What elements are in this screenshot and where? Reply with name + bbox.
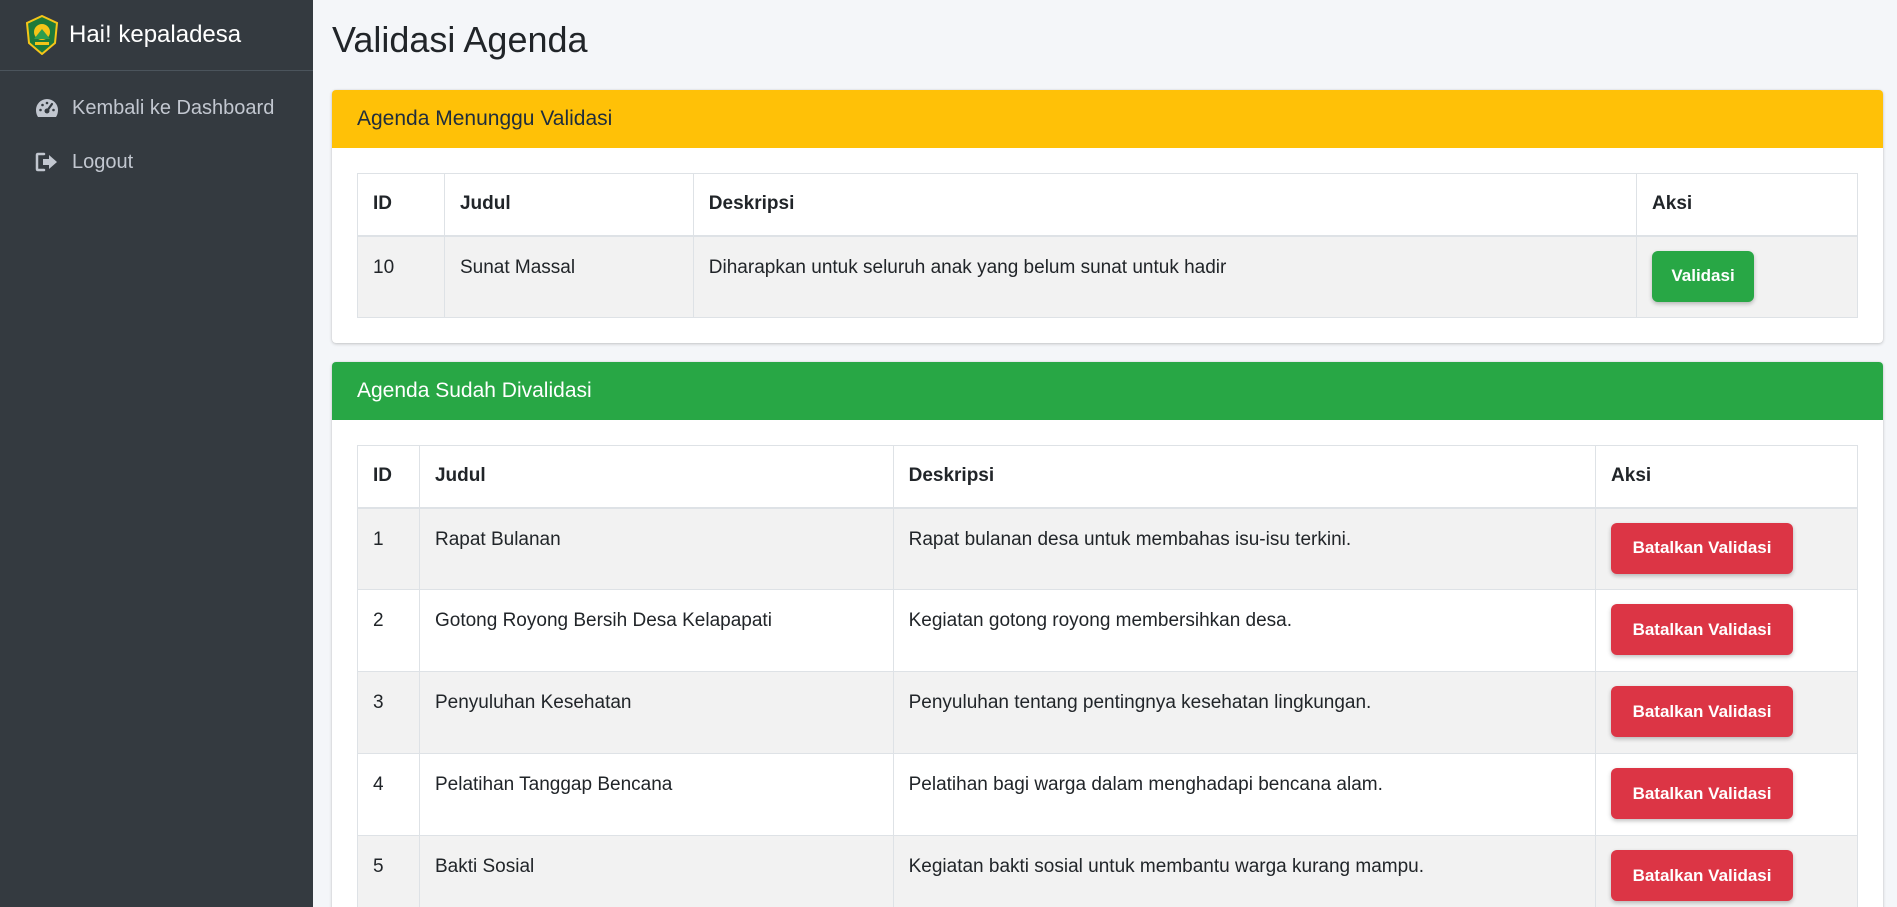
- cell-id: 1: [357, 507, 420, 590]
- batalkan-validasi-button[interactable]: Batalkan Validasi: [1611, 686, 1794, 737]
- cell-deskripsi: Diharapkan untuk seluruh anak yang belum…: [692, 235, 1638, 318]
- table-row: 10 Sunat Massal Diharapkan untuk seluruh…: [357, 235, 1858, 318]
- sidebar-nav: Kembali ke Dashboard Logout: [0, 71, 313, 189]
- batalkan-validasi-button[interactable]: Batalkan Validasi: [1611, 850, 1794, 901]
- column-header-deskripsi: Deskripsi: [692, 173, 1638, 237]
- table-header-row: ID Judul Deskripsi Aksi: [357, 445, 1858, 509]
- sidebar: Hai! kepaladesa Kembali ke Dashboard Log…: [0, 0, 313, 907]
- sidebar-item-label: Logout: [72, 150, 134, 173]
- main-content: Validasi Agenda Agenda Menunggu Validasi…: [313, 0, 1897, 907]
- cell-judul: Sunat Massal: [443, 235, 694, 318]
- cell-aksi: Validasi: [1636, 235, 1858, 318]
- cell-id: 5: [357, 835, 420, 907]
- validated-agenda-card: Agenda Sudah Divalidasi ID Judul Deskrip…: [332, 362, 1883, 907]
- pending-card-header: Agenda Menunggu Validasi: [332, 90, 1883, 148]
- cell-id: 10: [357, 235, 445, 318]
- table-row: 4 Pelatihan Tanggap Bencana Pelatihan ba…: [357, 753, 1858, 836]
- table-row: 3 Penyuluhan Kesehatan Penyuluhan tentan…: [357, 671, 1858, 754]
- column-header-deskripsi: Deskripsi: [892, 445, 1597, 509]
- cell-judul: Bakti Sosial: [418, 835, 894, 907]
- validated-agenda-table: ID Judul Deskripsi Aksi 1 Rapat Bulanan …: [357, 445, 1858, 907]
- cell-aksi: Batalkan Validasi: [1595, 835, 1858, 907]
- cell-aksi: Batalkan Validasi: [1595, 507, 1858, 590]
- sidebar-item-dashboard[interactable]: Kembali ke Dashboard: [0, 81, 313, 135]
- column-header-id: ID: [357, 445, 420, 509]
- cell-aksi: Batalkan Validasi: [1595, 589, 1858, 672]
- cell-deskripsi: Kegiatan gotong royong membersihkan desa…: [892, 589, 1597, 672]
- sidebar-item-logout[interactable]: Logout: [0, 135, 313, 189]
- sign-out-icon: [34, 151, 60, 173]
- cell-deskripsi: Rapat bulanan desa untuk membahas isu-is…: [892, 507, 1597, 590]
- cell-judul: Gotong Royong Bersih Desa Kelapapati: [418, 589, 894, 672]
- brand[interactable]: Hai! kepaladesa: [0, 0, 313, 71]
- pending-card-body: ID Judul Deskripsi Aksi 10 Sunat Massal …: [332, 148, 1883, 343]
- brand-text: Hai! kepaladesa: [69, 21, 242, 48]
- validated-card-body: ID Judul Deskripsi Aksi 1 Rapat Bulanan …: [332, 420, 1883, 907]
- validasi-button[interactable]: Validasi: [1652, 250, 1755, 302]
- column-header-aksi: Aksi: [1595, 445, 1858, 509]
- column-header-judul: Judul: [418, 445, 894, 509]
- table-row: 1 Rapat Bulanan Rapat bulanan desa untuk…: [357, 507, 1858, 590]
- page-title: Validasi Agenda: [332, 19, 588, 60]
- batalkan-validasi-button[interactable]: Batalkan Validasi: [1611, 522, 1794, 574]
- sidebar-item-label: Kembali ke Dashboard: [72, 96, 275, 119]
- column-header-aksi: Aksi: [1636, 173, 1858, 237]
- validated-card-header: Agenda Sudah Divalidasi: [332, 362, 1883, 420]
- cell-deskripsi: Penyuluhan tentang pentingnya kesehatan …: [892, 671, 1597, 754]
- table-header-row: ID Judul Deskripsi Aksi: [357, 173, 1858, 237]
- cell-id: 2: [357, 589, 420, 672]
- table-row: 2 Gotong Royong Bersih Desa Kelapapati K…: [357, 589, 1858, 672]
- cell-deskripsi: Pelatihan bagi warga dalam menghadapi be…: [892, 753, 1597, 836]
- village-emblem-icon: [25, 15, 59, 55]
- batalkan-validasi-button[interactable]: Batalkan Validasi: [1611, 768, 1794, 819]
- cell-aksi: Batalkan Validasi: [1595, 753, 1858, 836]
- cell-deskripsi: Kegiatan bakti sosial untuk membantu war…: [892, 835, 1597, 907]
- cell-id: 4: [357, 753, 420, 836]
- table-row: 5 Bakti Sosial Kegiatan bakti sosial unt…: [357, 835, 1858, 907]
- cell-id: 3: [357, 671, 420, 754]
- pending-agenda-table: ID Judul Deskripsi Aksi 10 Sunat Massal …: [357, 173, 1858, 318]
- cell-aksi: Batalkan Validasi: [1595, 671, 1858, 754]
- cell-judul: Rapat Bulanan: [418, 507, 894, 590]
- cell-judul: Penyuluhan Kesehatan: [418, 671, 894, 754]
- batalkan-validasi-button[interactable]: Batalkan Validasi: [1611, 604, 1794, 655]
- column-header-judul: Judul: [443, 173, 694, 237]
- column-header-id: ID: [357, 173, 445, 237]
- pending-agenda-card: Agenda Menunggu Validasi ID Judul Deskri…: [332, 90, 1883, 343]
- tachometer-icon: [34, 97, 60, 119]
- cell-judul: Pelatihan Tanggap Bencana: [418, 753, 894, 836]
